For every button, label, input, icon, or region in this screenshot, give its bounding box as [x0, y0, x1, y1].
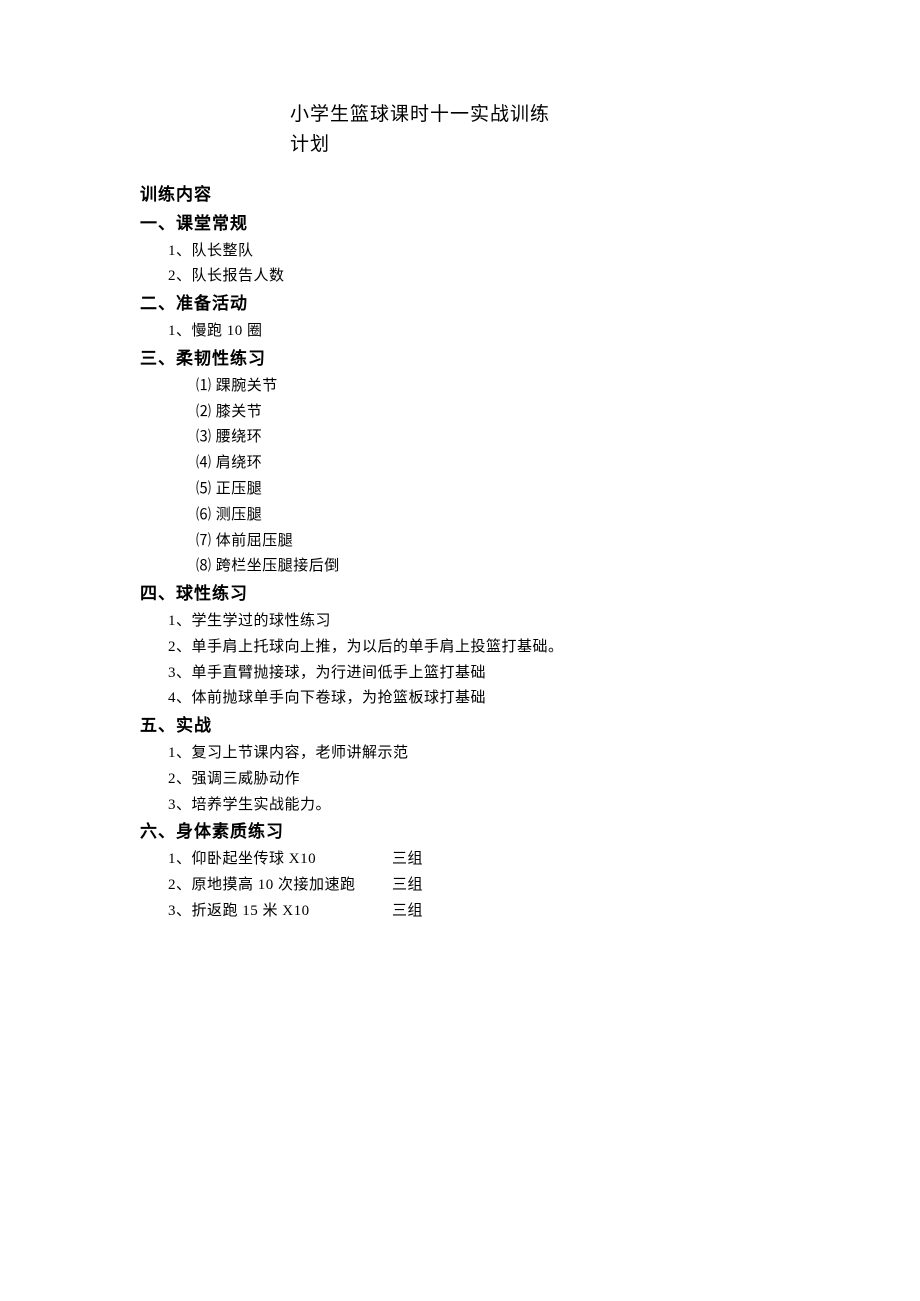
section-6-row-value: 三组 [392, 873, 423, 899]
section-3-subitem: ⑻ 跨栏坐压腿接后倒 [196, 554, 780, 580]
section-6-row: 1、仰卧起坐传球 X10 三组 [168, 847, 780, 873]
section-3-heading: 三、柔韧性练习 [140, 345, 780, 374]
main-heading: 训练内容 [140, 181, 780, 210]
section-6-row: 2、原地摸高 10 次接加速跑 三组 [168, 873, 780, 899]
section-5-item: 3、培养学生实战能力。 [168, 793, 780, 819]
section-1-item: 1、队长整队 [168, 239, 780, 265]
document-title-line2: 计划 [290, 130, 780, 160]
section-6-heading: 六、身体素质练习 [140, 818, 780, 847]
document-title-line1: 小学生篮球课时十一实战训练 [290, 100, 780, 130]
section-3-subitem: ⑺ 体前屈压腿 [196, 529, 780, 555]
section-6-row-value: 三组 [392, 899, 423, 925]
section-2-heading: 二、准备活动 [140, 290, 780, 319]
section-4-heading: 四、球性练习 [140, 580, 780, 609]
section-2-item: 1、慢跑 10 圈 [168, 319, 780, 345]
section-3-subitem: ⑷ 肩绕环 [196, 451, 780, 477]
section-6-row: 3、折返跑 15 米 X10 三组 [168, 899, 780, 925]
section-4-item: 2、单手肩上托球向上推，为以后的单手肩上投篮打基础。 [168, 635, 780, 661]
section-5-heading: 五、实战 [140, 712, 780, 741]
section-4-item: 3、单手直臂抛接球，为行进间低手上篮打基础 [168, 661, 780, 687]
section-3-subitem: ⑹ 测压腿 [196, 503, 780, 529]
section-3-subitem: ⑶ 腰绕环 [196, 425, 780, 451]
section-5-item: 1、复习上节课内容，老师讲解示范 [168, 741, 780, 767]
section-1-item: 2、队长报告人数 [168, 264, 780, 290]
section-1-heading: 一、课堂常规 [140, 210, 780, 239]
section-6-row-value: 三组 [392, 847, 423, 873]
section-6-row-label: 3、折返跑 15 米 X10 [168, 899, 392, 925]
section-3-subitem: ⑸ 正压腿 [196, 477, 780, 503]
section-6-row-label: 2、原地摸高 10 次接加速跑 [168, 873, 392, 899]
section-3-subitem: ⑵ 膝关节 [196, 400, 780, 426]
section-4-item: 4、体前抛球单手向下卷球，为抢篮板球打基础 [168, 686, 780, 712]
section-3-subitem: ⑴ 踝腕关节 [196, 374, 780, 400]
section-6-row-label: 1、仰卧起坐传球 X10 [168, 847, 392, 873]
section-5-item: 2、强调三威胁动作 [168, 767, 780, 793]
section-4-item: 1、学生学过的球性练习 [168, 609, 780, 635]
document-page: 小学生篮球课时十一实战训练 计划 训练内容 一、课堂常规 1、队长整队 2、队长… [0, 0, 920, 925]
